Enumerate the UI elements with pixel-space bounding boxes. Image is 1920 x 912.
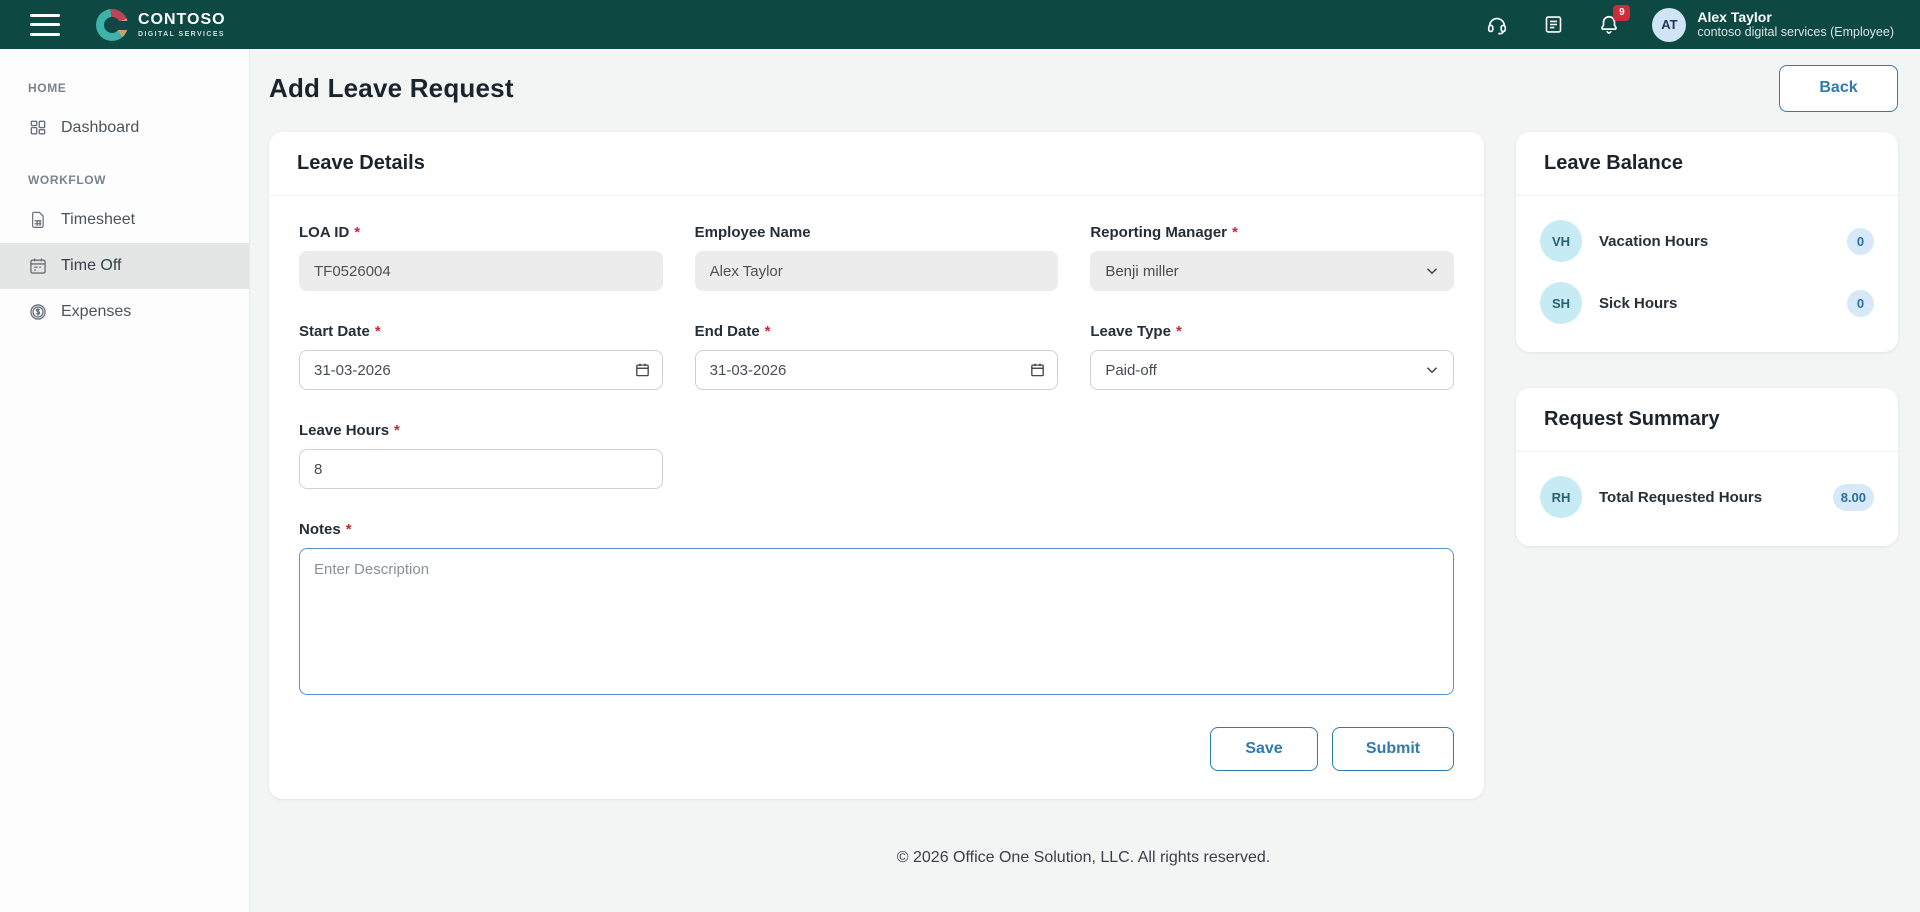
leave-balance-row-sick: SH Sick Hours 0 [1540, 272, 1874, 334]
back-button[interactable]: Back [1779, 64, 1898, 112]
sidebar-item-label: Timesheet [61, 211, 136, 228]
main-content: Add Leave Request Back Leave Details LOA… [250, 49, 1920, 912]
requested-hours-avatar: RH [1540, 476, 1582, 518]
reporting-manager-select[interactable]: Benji miller [1090, 251, 1454, 291]
notes-document-icon[interactable] [1540, 12, 1566, 38]
brand-name: CONTOSO [138, 10, 226, 28]
leave-type-label: Leave Type [1090, 323, 1171, 340]
user-menu[interactable]: AT Alex Taylor contoso digital services … [1652, 7, 1894, 42]
field-end-date: End Date * [694, 323, 1059, 390]
brand-logo: CONTOSO DIGITAL SERVICES [96, 8, 226, 41]
brand-tagline: DIGITAL SERVICES [138, 30, 225, 38]
contoso-logo-icon [96, 8, 130, 41]
notifications-bell-icon[interactable]: 9 [1596, 4, 1631, 38]
sidebar-item-expenses[interactable]: Expenses [0, 289, 249, 335]
sidebar: HOME Dashboard WORKFLOW Timesheet Time O… [0, 49, 250, 912]
leave-type-select[interactable]: Paid-off [1090, 350, 1454, 390]
required-marker: * [345, 521, 352, 538]
copyright-footer: © 2026 Office One Solution, LLC. All rig… [896, 849, 1271, 866]
sidebar-item-dashboard[interactable]: Dashboard [0, 105, 249, 151]
sidebar-item-timesheet[interactable]: Timesheet [0, 197, 249, 243]
timesheet-document-icon [32, 211, 44, 229]
required-marker: * [354, 224, 361, 241]
end-date-input[interactable] [694, 350, 1059, 390]
submit-button[interactable]: Submit [1332, 727, 1454, 771]
reporting-manager-label: Reporting Manager [1090, 224, 1228, 241]
sidebar-item-label: Dashboard [61, 119, 140, 136]
start-date-input[interactable] [299, 350, 663, 390]
sick-hours-avatar: SH [1540, 282, 1582, 324]
vacation-hours-value-badge: 0 [1847, 227, 1874, 255]
required-marker: * [374, 323, 381, 340]
vacation-hours-label: Vacation Hours [1599, 232, 1709, 250]
dashboard-grid-icon [30, 120, 46, 135]
sick-hours-value-badge: 0 [1847, 289, 1874, 317]
required-marker: * [1175, 323, 1182, 340]
leave-hours-label: Leave Hours [299, 422, 390, 439]
field-start-date: Start Date * [299, 323, 663, 390]
notification-count-badge: 9 [1613, 4, 1631, 21]
end-date-label: End Date [694, 323, 760, 340]
calendar-icon [30, 258, 46, 274]
sidebar-item-time-off[interactable]: Time Off [0, 243, 249, 289]
save-button[interactable]: Save [1210, 727, 1318, 771]
notes-textarea[interactable] [299, 548, 1454, 695]
leave-balance-title: Leave Balance [1516, 132, 1898, 196]
leave-hours-input[interactable] [299, 449, 663, 489]
hamburger-menu-icon[interactable] [30, 13, 60, 36]
field-leave-hours: Leave Hours * [299, 422, 663, 489]
sidebar-section-home: HOME [28, 81, 67, 95]
loa-id-input[interactable] [299, 251, 663, 291]
leave-details-card: Leave Details LOA ID* Employee Name Repo… [269, 132, 1484, 799]
employee-name-label: Employee Name [694, 224, 811, 241]
sidebar-item-label: Expenses [61, 303, 132, 320]
top-bar: CONTOSO DIGITAL SERVICES 9 AT Alex Taylo… [0, 0, 1920, 49]
requested-hours-value-badge: 8.00 [1832, 483, 1874, 511]
field-notes: Notes * [299, 521, 1454, 700]
page-title: Add Leave Request [269, 72, 514, 103]
support-headset-icon[interactable] [1484, 12, 1510, 38]
employee-name-input[interactable] [694, 251, 1059, 291]
requested-hours-label: Total Requested Hours [1599, 488, 1763, 506]
field-leave-type: Leave Type * Paid-off [1090, 323, 1454, 390]
loa-id-label: LOA ID [299, 224, 350, 241]
request-summary-title: Request Summary [1516, 388, 1898, 452]
sick-hours-label: Sick Hours [1599, 294, 1678, 312]
start-date-label: Start Date [299, 323, 370, 340]
user-avatar[interactable]: AT [1652, 7, 1687, 42]
user-name: Alex Taylor [1697, 9, 1772, 26]
request-summary-card: Request Summary RH Total Requested Hours… [1516, 388, 1898, 546]
leave-balance-row-vacation: VH Vacation Hours 0 [1540, 210, 1874, 272]
vacation-hours-avatar: VH [1540, 220, 1582, 262]
sidebar-section-workflow: WORKFLOW [28, 173, 107, 187]
field-reporting-manager: Reporting Manager * Benji miller [1090, 224, 1454, 291]
field-employee-name: Employee Name [694, 224, 1059, 291]
required-marker: * [394, 422, 400, 439]
dollar-coin-icon [30, 304, 46, 320]
required-marker: * [1232, 224, 1238, 241]
request-summary-row-total: RH Total Requested Hours 8.00 [1540, 466, 1874, 528]
leave-details-title: Leave Details [269, 132, 1484, 196]
sidebar-item-label: Time Off [61, 257, 122, 274]
user-org: contoso digital services (Employee) [1697, 25, 1894, 40]
field-loa-id: LOA ID * [299, 224, 663, 291]
required-marker: * [764, 323, 771, 340]
leave-balance-card: Leave Balance VH Vacation Hours 0 SH Sic… [1516, 132, 1898, 352]
notes-label: Notes [299, 521, 341, 538]
